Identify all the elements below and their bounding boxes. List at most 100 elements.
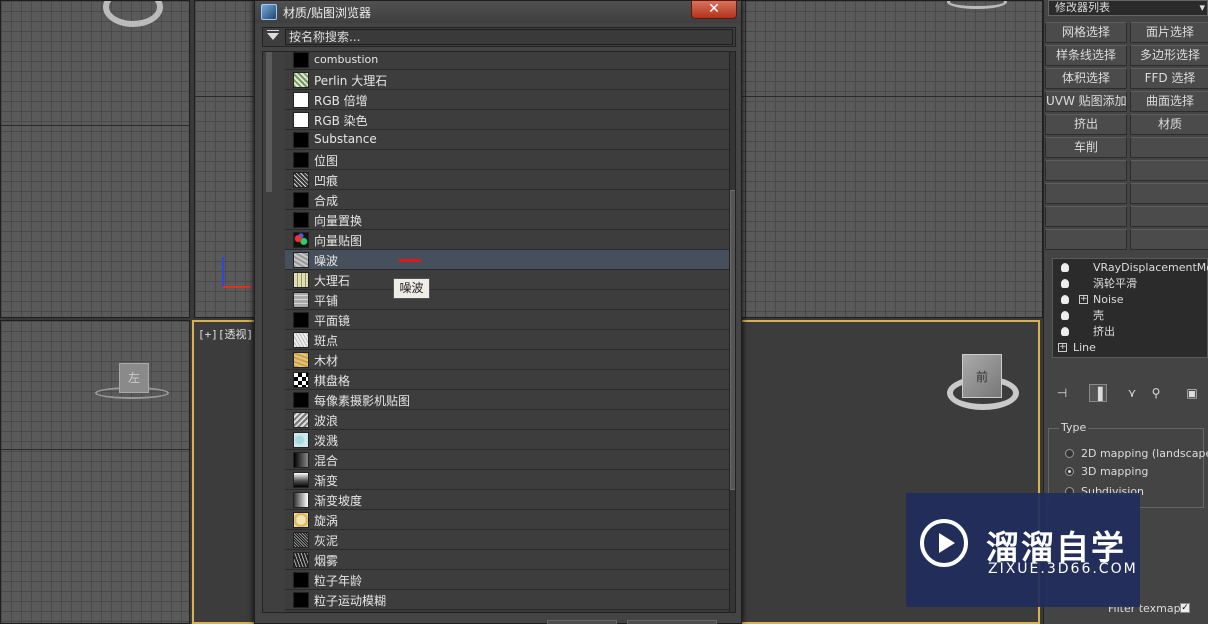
uvw-mapping-add-button[interactable]: UVW 贴图添加: [1045, 91, 1127, 112]
empty-modifier-button[interactable]: [1045, 229, 1127, 250]
map-list-item[interactable]: 噪波: [285, 250, 729, 270]
map-item-label: 木材: [314, 354, 339, 368]
empty-modifier-button[interactable]: [1130, 229, 1208, 250]
configure-sets-icon[interactable]: ▣: [1183, 384, 1201, 402]
make-unique-icon[interactable]: ⋎: [1123, 384, 1141, 402]
map-list-item[interactable]: 烟雾: [285, 550, 729, 570]
modifier-list-label: 修改器列表: [1055, 1, 1110, 14]
ffd-select-button[interactable]: FFD 选择: [1130, 68, 1208, 89]
empty-modifier-button[interactable]: [1130, 160, 1208, 181]
vertical-scrollbar[interactable]: [729, 52, 735, 612]
type-rollout-title[interactable]: Type: [1059, 421, 1089, 434]
viewcube-front-icon[interactable]: [947, 1, 1007, 9]
map-list-item[interactable]: 每像素摄影机贴图: [285, 390, 729, 410]
map-list-item[interactable]: 向量置换: [285, 210, 729, 230]
app-icon: [261, 4, 277, 20]
viewport-left[interactable]: 左: [0, 320, 190, 624]
map-list-item[interactable]: 合成: [285, 190, 729, 210]
poly-select-button[interactable]: 多边形选择: [1130, 45, 1208, 66]
viewport-perspective-label[interactable]: [+][透视]: [198, 326, 253, 342]
expand-icon[interactable]: +: [1079, 295, 1088, 304]
show-end-result-icon[interactable]: ▐: [1089, 384, 1107, 402]
map-swatch-icon: [293, 472, 309, 488]
expand-icon[interactable]: +: [1058, 343, 1067, 352]
pin-stack-icon[interactable]: ⊣: [1053, 384, 1071, 402]
stack-item-turbosmooth[interactable]: 涡轮平滑: [1053, 276, 1208, 292]
close-button[interactable]: ✕: [691, 0, 737, 19]
surface-select-button[interactable]: 曲面选择: [1130, 91, 1208, 112]
map-item-label: 旋涡: [314, 514, 339, 528]
map-list-item[interactable]: 棋盘格: [285, 370, 729, 390]
bulb-icon[interactable]: [1061, 263, 1069, 272]
map-list-item[interactable]: 凹痕: [285, 170, 729, 190]
map-list-item[interactable]: RGB 倍增: [285, 90, 729, 110]
ok-button[interactable]: [547, 620, 617, 624]
map-item-label: 粒子运动模糊: [314, 594, 387, 608]
search-input[interactable]: [285, 29, 733, 45]
material-button[interactable]: 材质: [1130, 114, 1208, 135]
bulb-icon[interactable]: [1061, 311, 1069, 320]
map-swatch-icon: [293, 312, 309, 328]
map-list-item[interactable]: Substance: [285, 130, 729, 150]
empty-modifier-button[interactable]: [1045, 160, 1127, 181]
viewcube-perspective-icon[interactable]: 前: [962, 354, 1002, 398]
map-item-label: 合成: [314, 194, 339, 208]
viewcube-left-icon[interactable]: 左: [119, 363, 149, 393]
stack-item-label: 壳: [1093, 309, 1104, 322]
stack-item-vraydisplacementmod[interactable]: VRayDisplacementMod: [1053, 260, 1208, 276]
lathe-button[interactable]: 车削: [1045, 137, 1127, 158]
map-list-item[interactable]: 木材: [285, 350, 729, 370]
empty-modifier-button[interactable]: [1130, 137, 1208, 158]
bulb-icon[interactable]: [1061, 279, 1069, 288]
map-list-item[interactable]: 平铺: [285, 290, 729, 310]
volume-select-button[interactable]: 体积选择: [1045, 68, 1127, 89]
map-list-item[interactable]: combustion: [285, 52, 729, 70]
empty-modifier-button[interactable]: [1045, 183, 1127, 204]
map-swatch-icon: [293, 152, 309, 168]
map-list-item[interactable]: 粒子年龄: [285, 570, 729, 590]
left-scrollbar[interactable]: [263, 52, 285, 612]
map-list-item[interactable]: 灰泥: [285, 530, 729, 550]
empty-modifier-button[interactable]: [1045, 206, 1127, 227]
scrollbar-thumb[interactable]: [730, 190, 735, 490]
map-list-item[interactable]: 斑点: [285, 330, 729, 350]
map-list-item[interactable]: 平面镜: [285, 310, 729, 330]
modifier-list-dropdown[interactable]: 修改器列表 ▾: [1048, 0, 1208, 16]
stack-item-shell[interactable]: 壳: [1053, 308, 1208, 324]
empty-modifier-button[interactable]: [1130, 206, 1208, 227]
extrude-button[interactable]: 挤出: [1045, 114, 1127, 135]
map-list-item[interactable]: 渐变: [285, 470, 729, 490]
viewport-top-left[interactable]: [0, 0, 190, 318]
map-list-item[interactable]: 泼溅: [285, 430, 729, 450]
map-list-item[interactable]: 渐变坡度: [285, 490, 729, 510]
stack-item-extrude[interactable]: 挤出: [1053, 324, 1208, 340]
map-list-item[interactable]: 粒子运动模糊: [285, 590, 729, 610]
dialog-titlebar[interactable]: 材质/贴图浏览器 ✕: [255, 0, 741, 23]
cancel-button[interactable]: [627, 620, 717, 624]
empty-modifier-button[interactable]: [1130, 183, 1208, 204]
map-list-item[interactable]: 位图: [285, 150, 729, 170]
options-menu-icon[interactable]: [267, 30, 279, 40]
map-list-item[interactable]: 波浪: [285, 410, 729, 430]
map-list-item[interactable]: 向量贴图: [285, 230, 729, 250]
mesh-select-button[interactable]: 网格选择: [1045, 22, 1127, 43]
viewcube-top-icon[interactable]: [103, 1, 163, 27]
bulb-icon[interactable]: [1061, 327, 1069, 336]
radio-3d-mapping[interactable]: [1065, 467, 1074, 476]
filter-texmap-checkbox[interactable]: ✓: [1180, 603, 1190, 613]
bulb-icon[interactable]: [1061, 295, 1069, 304]
map-list: combustion Perlin 大理石 RGB 倍增 RGB 染色 Substanc…: [262, 51, 736, 613]
map-list-item[interactable]: Perlin 大理石: [285, 70, 729, 90]
map-list-item[interactable]: 混合: [285, 450, 729, 470]
remove-modifier-icon[interactable]: ⚲: [1147, 384, 1165, 402]
map-item-label: 斑点: [314, 334, 339, 348]
map-list-item[interactable]: 大理石: [285, 270, 729, 290]
stack-item-line[interactable]: + Line: [1053, 340, 1208, 356]
radio-2d-mapping[interactable]: [1065, 449, 1074, 458]
map-list-item[interactable]: 旋涡: [285, 510, 729, 530]
patch-select-button[interactable]: 面片选择: [1130, 22, 1208, 43]
spline-select-button[interactable]: 样条线选择: [1045, 45, 1127, 66]
stack-item-noise[interactable]: + Noise: [1053, 292, 1208, 308]
map-list-item[interactable]: RGB 染色: [285, 110, 729, 130]
modifier-stack[interactable]: VRayDisplacementMod 涡轮平滑 + Noise 壳 挤出 + …: [1052, 258, 1208, 358]
